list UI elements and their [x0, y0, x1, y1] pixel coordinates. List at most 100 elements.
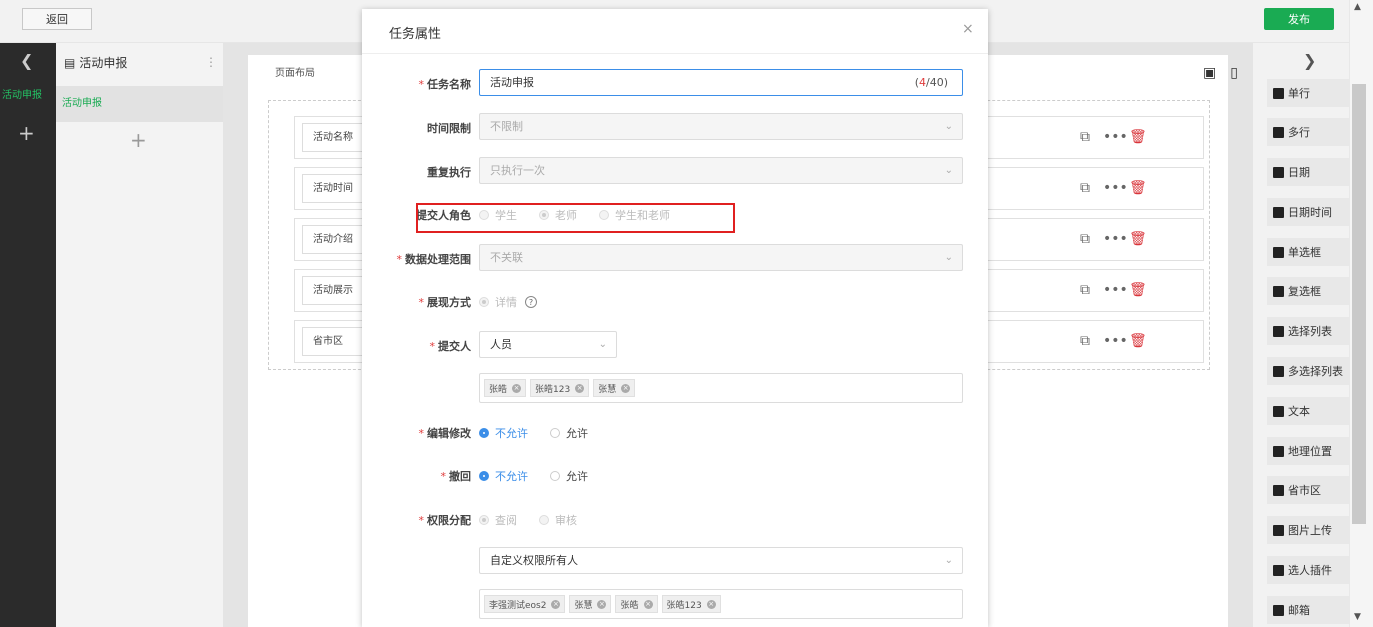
component-panel: ❯ 单行 多行 日期 日期时间 单选框 复选框 选择列表 多选择列表 文本 地理…	[1253, 43, 1349, 627]
list-icon	[1273, 365, 1284, 377]
component-multi-select[interactable]: 多选择列表	[1267, 357, 1349, 385]
page-item[interactable]: 活动申报	[56, 86, 223, 122]
user-tag: 张皓123 ×	[530, 379, 590, 397]
permission-review-radio[interactable]: 审核	[539, 512, 577, 528]
copy-icon[interactable]: ⧉	[1080, 282, 1090, 298]
edit-disallow-radio[interactable]: 不允许	[479, 425, 528, 441]
component-image-upload[interactable]: 图片上传	[1267, 516, 1349, 544]
delete-icon[interactable]: 🗑	[1129, 129, 1147, 145]
component-region[interactable]: 省市区	[1267, 476, 1349, 504]
panel-title: 活动申报	[79, 56, 128, 70]
more-vertical-icon[interactable]: ⋮	[205, 55, 217, 69]
remove-tag-icon[interactable]: ×	[706, 599, 716, 609]
data-scope-label: 数据处理范围	[405, 253, 471, 266]
mobile-icon[interactable]: ▯	[1230, 65, 1238, 81]
component-radio[interactable]: 单选框	[1267, 238, 1349, 266]
user-tag: 李强测试eos2 ×	[484, 595, 566, 613]
add-page-icon[interactable]: +	[130, 128, 147, 152]
user-tag: 张慧 ×	[569, 595, 612, 613]
edit-label: 编辑修改	[427, 427, 471, 440]
desktop-icon[interactable]: ▣	[1203, 65, 1216, 81]
permission-label: 权限分配	[427, 514, 471, 527]
time-limit-label: 时间限制	[427, 122, 471, 135]
user-card-icon	[1273, 564, 1284, 576]
scroll-thumb[interactable]	[1352, 84, 1366, 524]
component-single-line[interactable]: 单行	[1267, 79, 1349, 107]
delete-icon[interactable]: 🗑	[1129, 231, 1147, 247]
component-multi-line[interactable]: 多行	[1267, 118, 1349, 146]
more-icon[interactable]: •••	[1103, 231, 1128, 247]
withdraw-label: 撤回	[449, 470, 471, 483]
submitter-type-select[interactable]: 人员 ⌄	[479, 331, 617, 358]
remove-tag-icon[interactable]: ×	[597, 599, 607, 609]
submitter-tags[interactable]: 张皓 × 张皓123 × 张慧 ×	[479, 373, 963, 403]
nav-item-activity[interactable]: 活动申报	[0, 85, 56, 107]
layout-label: 页面布局	[275, 68, 315, 79]
edit-icon	[1273, 405, 1284, 417]
user-tag: 张慧 ×	[593, 379, 636, 397]
component-checkbox[interactable]: 复选框	[1267, 277, 1349, 305]
display-label: 展现方式	[427, 296, 471, 309]
publish-button[interactable]: 发布	[1264, 8, 1334, 30]
permission-tags[interactable]: 李强测试eos2 × 张慧 × 张皓 × 张皓123 ×	[479, 589, 963, 619]
remove-tag-icon[interactable]: ×	[512, 383, 522, 393]
remove-tag-icon[interactable]: ×	[643, 599, 653, 609]
more-icon[interactable]: •••	[1103, 333, 1128, 349]
task-name-label: 任务名称	[427, 78, 471, 91]
close-icon[interactable]: ×	[962, 21, 974, 37]
chevron-down-icon: ⌄	[944, 555, 953, 566]
user-tag: 张皓123 ×	[661, 595, 721, 613]
component-text[interactable]: 文本	[1267, 397, 1349, 425]
help-icon[interactable]: ?	[525, 296, 537, 308]
data-scope-select[interactable]: 不关联 ⌄	[479, 244, 963, 271]
scroll-down-icon[interactable]: ▼	[1354, 612, 1361, 622]
map-icon	[1273, 484, 1284, 496]
page-icon: ▤	[64, 55, 76, 70]
chevron-down-icon: ⌄	[944, 121, 953, 132]
more-icon[interactable]: •••	[1103, 282, 1128, 298]
remove-tag-icon[interactable]: ×	[575, 383, 585, 393]
checkbox-icon	[1273, 285, 1284, 297]
calendar-icon	[1273, 166, 1284, 178]
copy-icon[interactable]: ⧉	[1080, 129, 1090, 145]
permission-select[interactable]: 自定义权限所有人 ⌄	[479, 547, 963, 574]
component-email[interactable]: 邮箱	[1267, 596, 1349, 624]
chevron-right-icon[interactable]: ❯	[1303, 51, 1316, 70]
delete-icon[interactable]: 🗑	[1129, 180, 1147, 196]
component-user-picker[interactable]: 选人插件	[1267, 556, 1349, 584]
copy-icon[interactable]: ⧉	[1080, 333, 1090, 349]
edit-allow-radio[interactable]: 允许	[550, 425, 588, 441]
time-limit-select[interactable]: 不限制 ⌄	[479, 113, 963, 140]
page-scrollbar[interactable]: ▲ ▼	[1349, 0, 1373, 627]
delete-icon[interactable]: 🗑	[1129, 333, 1147, 349]
delete-icon[interactable]: 🗑	[1129, 282, 1147, 298]
remove-tag-icon[interactable]: ×	[551, 599, 561, 609]
back-button[interactable]: 返回	[22, 8, 92, 30]
task-properties-dialog: 任务属性 × * 任务名称 活动申报 (4/40) 时间限制 不限制 ⌄ 重复执行…	[362, 9, 988, 627]
more-icon[interactable]: •••	[1103, 129, 1128, 145]
user-tag: 张皓 ×	[615, 595, 658, 613]
copy-icon[interactable]: ⧉	[1080, 180, 1090, 196]
withdraw-allow-radio[interactable]: 允许	[550, 468, 588, 484]
scroll-up-icon[interactable]: ▲	[1354, 2, 1361, 12]
repeat-select[interactable]: 只执行一次 ⌄	[479, 157, 963, 184]
component-datetime[interactable]: 日期时间	[1267, 198, 1349, 226]
permission-view-radio[interactable]: 查阅	[479, 512, 517, 528]
task-name-input[interactable]: 活动申报 (4/40)	[479, 69, 963, 96]
location-icon	[1273, 445, 1284, 457]
chevron-down-icon: ⌄	[944, 252, 953, 263]
image-icon	[1273, 524, 1284, 536]
component-location[interactable]: 地理位置	[1267, 437, 1349, 465]
textarea-icon	[1273, 126, 1284, 138]
display-detail-radio[interactable]: 详情?	[479, 294, 537, 310]
chevron-left-icon[interactable]: ❮	[20, 51, 33, 70]
add-icon[interactable]: +	[18, 121, 35, 145]
copy-icon[interactable]: ⧉	[1080, 231, 1090, 247]
component-date[interactable]: 日期	[1267, 158, 1349, 186]
withdraw-disallow-radio[interactable]: 不允许	[479, 468, 528, 484]
more-icon[interactable]: •••	[1103, 180, 1128, 196]
component-select[interactable]: 选择列表	[1267, 317, 1349, 345]
text-field-icon	[1273, 87, 1284, 99]
radio-icon	[1273, 246, 1284, 258]
remove-tag-icon[interactable]: ×	[621, 383, 631, 393]
